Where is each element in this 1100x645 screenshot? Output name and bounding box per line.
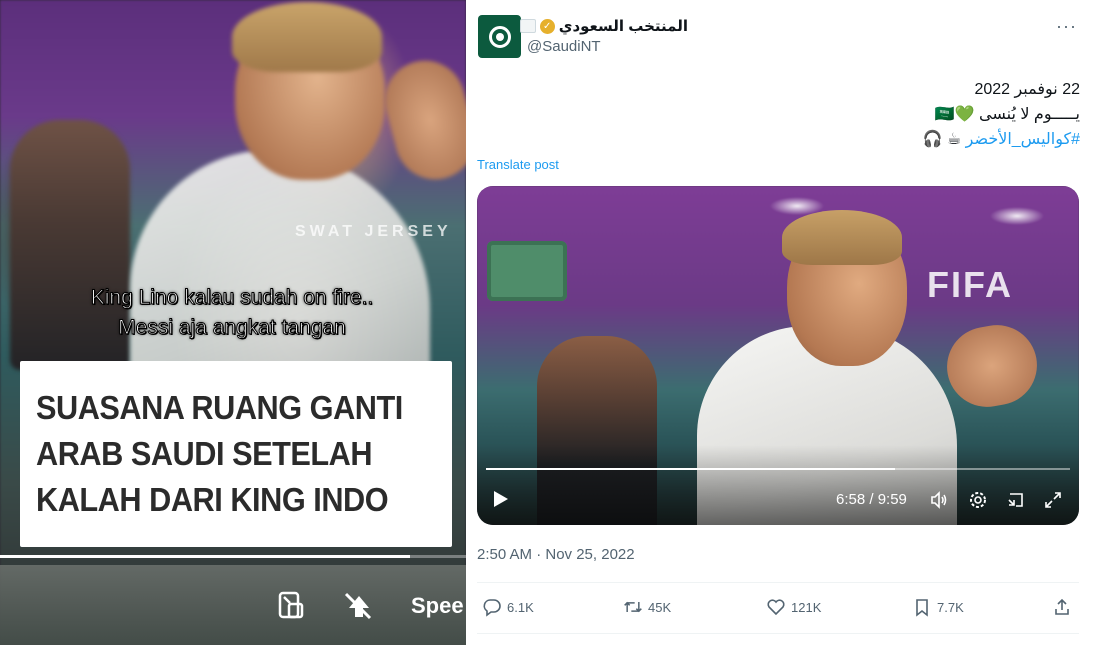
title-line-3: KALAH DARI KING INDO — [36, 481, 389, 518]
screenshot-composite: SWAT JERSEY King Lino kalau sudah on fir… — [0, 0, 1100, 645]
time-label: 6:58 / 9:59 — [836, 491, 907, 508]
controls-shade — [477, 445, 1079, 525]
display-name[interactable]: المنتخب السعودي — [559, 17, 688, 35]
caption-line-1: King Lino kalau sudah on fire.. — [90, 286, 374, 310]
coach-hair — [232, 2, 382, 72]
tweet-text: 22 نوفمبر 2022 يـــــوم لا يُنسى 💚🇸🇦 #كو… — [520, 77, 1080, 152]
bookmark-icon — [916, 599, 928, 617]
reply-button[interactable]: 6.1K — [482, 597, 534, 617]
bookmark-button[interactable]: 7.7K — [912, 597, 964, 617]
left-bottom-bar — [0, 565, 466, 645]
settings-icon[interactable] — [968, 490, 988, 510]
title-line-1: SUASANA RUANG GANTI — [36, 389, 403, 426]
left-progress-bar[interactable] — [0, 555, 466, 558]
share-icon — [1055, 598, 1069, 615]
author-name-row: المنتخب السعودي ✓ — [519, 17, 688, 35]
share-button[interactable] — [1052, 597, 1072, 617]
heart-icon — [767, 599, 785, 616]
tweet-line-1: 22 نوفمبر 2022 — [974, 81, 1080, 98]
fifa-wall-text: FIFA — [927, 264, 1013, 305]
no-ads-icon[interactable] — [343, 590, 373, 620]
fullscreen-icon[interactable] — [1043, 490, 1063, 510]
like-button[interactable]: 121K — [766, 597, 821, 617]
speed-label[interactable]: Spee — [411, 593, 464, 619]
reply-icon — [483, 599, 501, 617]
title-line-2: ARAB SAUDI SETELAH — [36, 435, 373, 472]
left-progress-fill — [0, 555, 411, 558]
watermark: SWAT JERSEY — [295, 223, 452, 240]
tweet-panel: المنتخب السعودي ✓ @SaudiNT ··· 22 نوفمبر… — [466, 0, 1100, 645]
left-video-frame[interactable]: SWAT JERSEY King Lino kalau sudah on fir… — [0, 0, 466, 645]
tweet-video-progress-bar[interactable] — [486, 468, 1070, 470]
tweet-video-player[interactable]: FIFA 6:58 / 9:59 — [477, 186, 1079, 525]
divider — [477, 633, 1079, 634]
like-count: 121K — [791, 599, 822, 615]
tweet-video-progress-fill — [486, 468, 895, 470]
coach-hair — [782, 210, 902, 265]
video-title-box: SUASANA RUANG GANTI ARAB SAUDI SETELAH K… — [20, 361, 452, 547]
tweet-line-2: يـــــوم لا يُنسى 💚🇸🇦 — [934, 106, 1080, 123]
tweet-line-3: #كواليس_الأخضر ☕ 🎧 — [520, 127, 1080, 152]
hashtag-link[interactable]: #كواليس_الأخضر — [966, 131, 1080, 148]
tweet-timestamp[interactable]: 2:50 AM · Nov 25, 2022 — [477, 546, 635, 563]
more-options-icon[interactable]: ··· — [1056, 16, 1077, 37]
reply-count: 6.1K — [507, 599, 534, 615]
saudi-federation-logo-icon — [488, 25, 511, 48]
volume-icon[interactable] — [929, 490, 949, 510]
caption-line-2: Messi aja angkat tangan — [118, 316, 347, 340]
play-icon[interactable] — [494, 491, 508, 507]
divider — [477, 582, 1079, 583]
avatar[interactable] — [478, 15, 521, 58]
bookmark-count: 7.7K — [937, 599, 964, 615]
affiliation-badge-icon[interactable] — [519, 19, 536, 33]
repost-icon — [624, 601, 642, 613]
handle[interactable]: @SaudiNT — [527, 38, 601, 55]
picture-in-picture-icon[interactable] — [276, 590, 306, 620]
repost-count: 45K — [648, 599, 672, 615]
translate-post-link[interactable]: Translate post — [477, 157, 559, 172]
picture-in-picture-icon[interactable] — [1006, 490, 1026, 510]
wall-sign — [487, 241, 567, 301]
verified-badge-icon: ✓ — [539, 18, 555, 34]
tweet-line-3-emoji: ☕ 🎧 — [922, 131, 966, 148]
repost-button[interactable]: 45K — [623, 597, 671, 617]
